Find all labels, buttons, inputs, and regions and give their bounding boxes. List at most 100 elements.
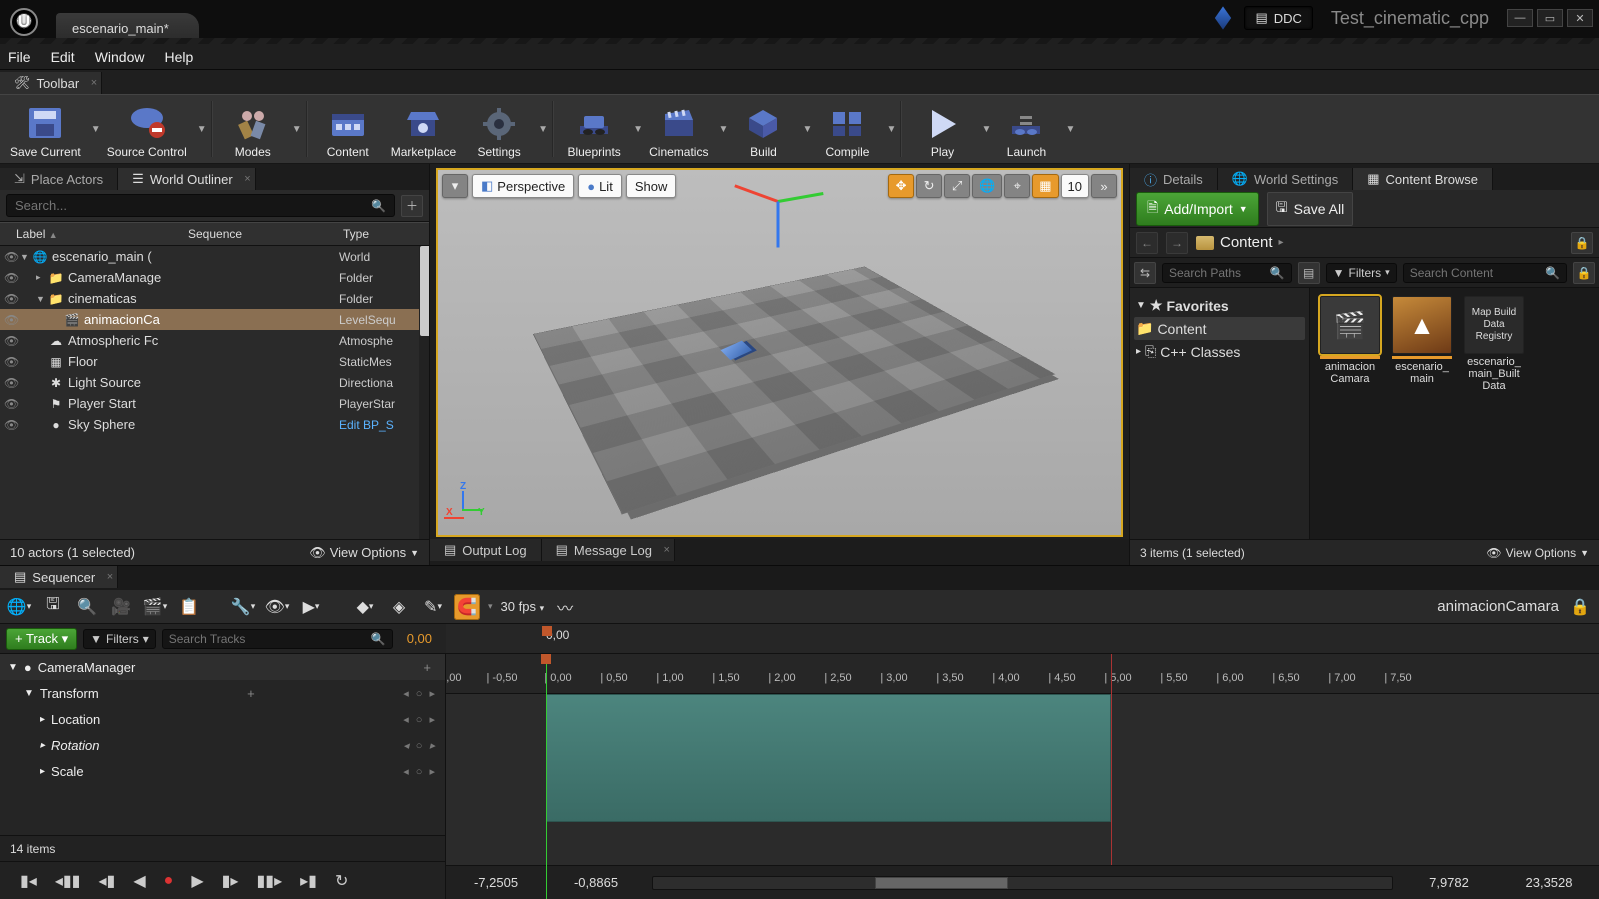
tab-place-actors[interactable]: ⇲Place Actors — [0, 168, 118, 190]
visibility-eye-icon[interactable]: 👁 — [4, 334, 20, 348]
seq-curve-button[interactable]: 〰 — [552, 594, 578, 620]
seq-lock-button[interactable]: 🔒 — [1567, 594, 1593, 620]
cb-view-mode[interactable]: ▤ — [1298, 262, 1320, 284]
visibility-eye-icon[interactable]: 👁 — [4, 355, 20, 369]
toolbar-tab[interactable]: 🛠 Toolbar — [0, 72, 102, 94]
maximize-button[interactable]: ▭ — [1537, 9, 1563, 27]
save-all-button[interactable]: 🖫Save All — [1267, 192, 1354, 226]
seq-playhead-time[interactable]: 0,00 — [399, 631, 440, 646]
blueprints-button[interactable]: Blueprints — [559, 97, 629, 161]
outliner-row[interactable]: 👁 ☁Atmospheric Fc Atmosphe — [0, 330, 429, 351]
lock-button[interactable]: 🔒 — [1571, 232, 1593, 254]
seq-camera-button[interactable]: 🎥 — [108, 594, 134, 620]
viewport-grid-snap[interactable]: ▦ — [1032, 174, 1058, 198]
seq-fps[interactable]: 30 fps ▾ — [501, 599, 545, 614]
viewport-surface-snap[interactable]: ⌖ — [1004, 174, 1030, 198]
settings-dropdown[interactable]: ▼ — [534, 124, 546, 135]
tp-loop[interactable]: ↻ — [335, 871, 348, 891]
outliner-row[interactable]: 👁 ●Sky Sphere Edit BP_S — [0, 414, 429, 435]
asset-thumb[interactable]: 🎬animacion Camara — [1318, 296, 1382, 392]
track-add-icon[interactable]: + — [417, 660, 437, 675]
save-dropdown[interactable]: ▼ — [87, 124, 99, 135]
nav-fwd[interactable]: → — [1166, 232, 1188, 254]
menu-window[interactable]: Window — [95, 49, 145, 65]
tp-prev-key[interactable]: ◂▮▮ — [55, 871, 81, 891]
outliner-row[interactable]: 👁 ✱Light Source Directiona — [0, 372, 429, 393]
viewport-select-mode[interactable]: ✥ — [888, 174, 914, 198]
col-label[interactable]: Label ▲ — [0, 223, 180, 245]
outliner-row[interactable]: 👁 🎬animacionCa LevelSequ — [0, 309, 429, 330]
track-transform[interactable]: ▼Transform+◂ ○ ▸ — [0, 680, 445, 706]
translate-gizmo[interactable] — [766, 178, 836, 238]
settings-button[interactable]: Settings — [464, 97, 534, 161]
viewport[interactable]: ▾ ◧Perspective ●Lit Show ✥ ↻ ⤢ 🌐 ⌖ ▦ 10 … — [436, 168, 1123, 537]
seq-key-button[interactable]: ◆▾ — [352, 594, 378, 620]
col-sequence[interactable]: Sequence — [180, 223, 339, 245]
visibility-eye-icon[interactable]: 👁 — [4, 271, 20, 285]
outliner-body[interactable]: 👁 ▼🌐escenario_main ( World👁 ▸📁CameraMana… — [0, 246, 429, 539]
close-button[interactable]: ✕ — [1567, 9, 1593, 27]
viewport-scale-mode[interactable]: ⤢ — [944, 174, 970, 198]
nav-back[interactable]: ← — [1136, 232, 1158, 254]
outliner-search-input[interactable] — [15, 198, 371, 213]
visibility-eye-icon[interactable]: 👁 — [4, 418, 20, 432]
cinematics-dropdown[interactable]: ▼ — [714, 124, 726, 135]
cb-settings[interactable]: 🔒 — [1573, 262, 1595, 284]
visibility-eye-icon[interactable]: 👁 — [4, 292, 20, 306]
track-rotation[interactable]: ▸Rotation◂ ○ ▸ — [0, 732, 445, 758]
track-add-icon[interactable]: + — [241, 686, 261, 701]
viewport-expand[interactable]: » — [1091, 174, 1117, 198]
playhead-marker-icon[interactable] — [542, 626, 552, 636]
range-scrollbar[interactable] — [652, 876, 1393, 890]
compile-button[interactable]: Compile — [812, 97, 882, 161]
tab-sequencer[interactable]: ▤Sequencer — [0, 566, 118, 588]
tp-play[interactable]: ▶ — [191, 871, 203, 891]
track-scale[interactable]: ▸Scale◂ ○ ▸ — [0, 758, 445, 784]
filters-button[interactable]: ▼ Filters ▾ — [1326, 263, 1397, 283]
marketplace-button[interactable]: Marketplace — [385, 97, 462, 161]
play-dropdown[interactable]: ▼ — [977, 124, 989, 135]
search-paths[interactable]: 🔍 — [1162, 263, 1292, 283]
asset-thumb[interactable]: Map BuildDataRegistryescenario_ main_Bui… — [1462, 296, 1526, 392]
compile-dropdown[interactable]: ▼ — [882, 124, 894, 135]
content-button[interactable]: Content — [313, 97, 383, 161]
cb-favorites[interactable]: ▼★Favorites — [1134, 294, 1305, 317]
viewport-perspective-button[interactable]: ◧Perspective — [472, 174, 574, 198]
viewport-lit-button[interactable]: ●Lit — [578, 174, 622, 198]
viewport-show-button[interactable]: Show — [626, 174, 677, 198]
cb-view-options[interactable]: 👁View Options▼ — [1486, 546, 1589, 560]
tab-output-log[interactable]: ▤Output Log — [430, 539, 542, 561]
visibility-eye-icon[interactable]: 👁 — [4, 313, 20, 327]
track-camera-manager[interactable]: ▼●CameraManager+ — [0, 654, 445, 680]
range-end-outer[interactable]: 23,3528 — [1499, 875, 1599, 890]
asset-thumb[interactable]: ▲escenario_ main — [1390, 296, 1454, 392]
end-marker[interactable] — [1111, 654, 1112, 899]
launch-button[interactable]: Launch — [991, 97, 1061, 161]
tab-world-settings[interactable]: 🌐World Settings — [1218, 168, 1353, 190]
outliner-add-button[interactable]: ＋ — [401, 195, 423, 217]
cb-content-folder[interactable]: 📁Content — [1134, 317, 1305, 340]
viewport-globe-button[interactable]: 🌐 — [972, 174, 1002, 198]
track-location[interactable]: ▸Location◂ ○ ▸ — [0, 706, 445, 732]
tp-step-back[interactable]: ◂▮ — [98, 871, 115, 891]
cb-cpp-classes[interactable]: ▸⎘C++ Classes — [1134, 340, 1305, 363]
outliner-row[interactable]: 👁 ▼🌐escenario_main ( World — [0, 246, 429, 267]
play-button[interactable]: Play — [907, 97, 977, 161]
tab-details[interactable]: ⓘDetails — [1130, 168, 1218, 190]
seq-timeline[interactable]: | -1,00| -0,50| 0,00| 0,50| 1,00| 1,50| … — [446, 654, 1599, 899]
tp-start[interactable]: ▮◂ — [20, 871, 37, 891]
range-start-outer[interactable]: -7,2505 — [446, 875, 546, 890]
actor-cube[interactable] — [720, 340, 751, 360]
seq-find-button[interactable]: 🔍 — [74, 594, 100, 620]
outliner-scrollbar[interactable] — [419, 246, 429, 539]
seq-eye-button[interactable]: 👁▾ — [264, 594, 290, 620]
seq-snap-button[interactable]: 🧲 — [454, 594, 480, 620]
add-import-button[interactable]: 🗎Add/Import▼ — [1136, 192, 1259, 226]
outliner-view-options[interactable]: 👁View Options▼ — [309, 545, 419, 561]
tp-step-fwd[interactable]: ▮▸ — [222, 871, 239, 891]
source-dropdown[interactable]: ▼ — [193, 124, 205, 135]
breadcrumb[interactable]: Content ▸ — [1196, 234, 1284, 251]
modes-dropdown[interactable]: ▼ — [288, 124, 300, 135]
build-button[interactable]: Build — [728, 97, 798, 161]
seq-world-button[interactable]: 🌐▾ — [6, 594, 32, 620]
